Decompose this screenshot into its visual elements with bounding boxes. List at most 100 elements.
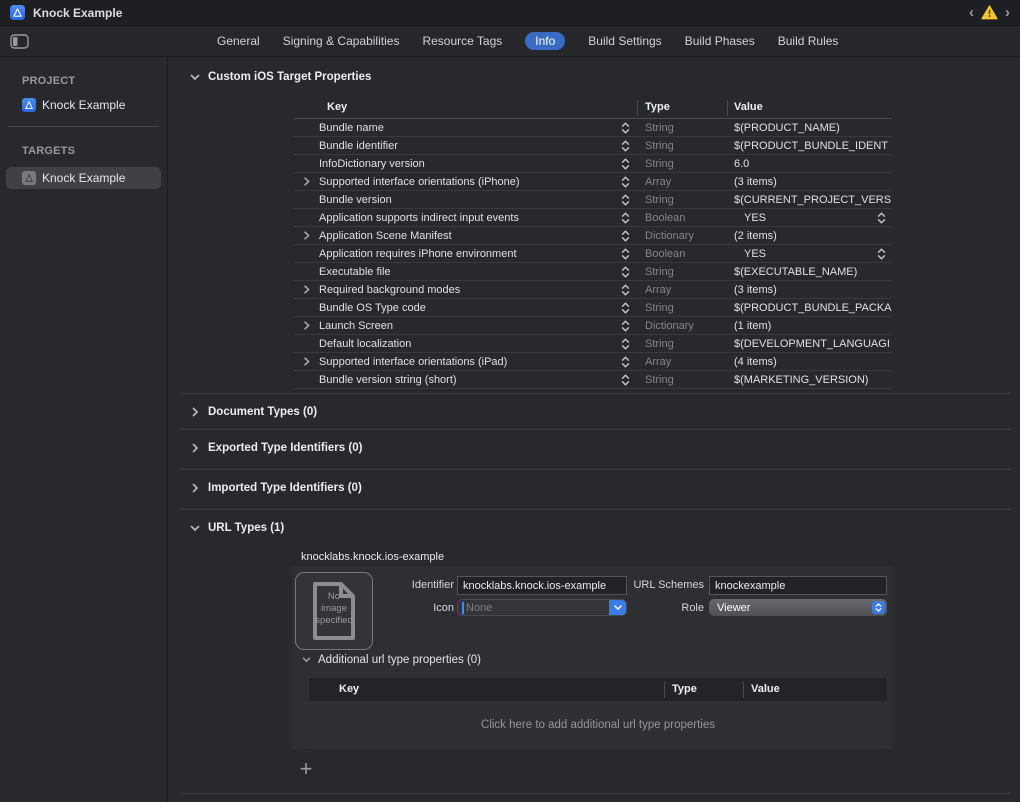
disclosure-chevron-icon[interactable] — [294, 231, 319, 240]
value-text: $(PRODUCT_BUNDLE_PACKA — [734, 302, 892, 314]
property-value[interactable]: $(MARKETING_VERSION) — [727, 374, 892, 386]
url-schemes-label: URL Schemes — [632, 579, 704, 591]
property-value[interactable]: $(PRODUCT_BUNDLE_IDENT — [727, 140, 892, 152]
disclosure-chevron-icon[interactable] — [294, 321, 319, 330]
section-imported-type-identifiers[interactable]: Imported Type Identifiers (0) — [190, 478, 1020, 498]
key-stepper-icon[interactable] — [613, 140, 637, 152]
tab-info[interactable]: Info — [525, 32, 565, 50]
property-type: Array — [637, 356, 727, 368]
tab-build-settings[interactable]: Build Settings — [588, 32, 661, 50]
chevron-down-icon — [301, 657, 311, 663]
tab-general[interactable]: General — [217, 32, 260, 50]
property-key: Default localization — [319, 338, 613, 350]
disclosure-chevron-icon[interactable] — [294, 177, 319, 186]
column-header-type: Type — [645, 101, 670, 113]
tab-bar: General Signing & Capabilities Resource Ta… — [0, 26, 1020, 57]
disclosure-chevron-icon[interactable] — [294, 285, 319, 294]
property-row[interactable]: Default localizationString$(DEVELOPMENT_… — [294, 335, 892, 353]
key-stepper-icon[interactable] — [613, 266, 637, 278]
key-stepper-icon[interactable] — [613, 212, 637, 224]
property-row[interactable]: InfoDictionary versionString6.0 — [294, 155, 892, 173]
key-stepper-icon[interactable] — [613, 338, 637, 350]
add-additional-props-row[interactable]: Click here to add additional url type pr… — [309, 701, 887, 749]
warning-triangle-icon[interactable] — [981, 5, 998, 20]
tab-build-phases[interactable]: Build Phases — [685, 32, 755, 50]
property-row[interactable]: Bundle nameString$(PRODUCT_NAME) — [294, 119, 892, 137]
property-value[interactable]: $(DEVELOPMENT_LANGUAGI — [727, 338, 892, 350]
section-title: Exported Type Identifiers (0) — [208, 442, 362, 454]
column-divider — [727, 100, 728, 116]
property-row[interactable]: Required background modesArray(3 items) — [294, 281, 892, 299]
property-value[interactable]: (2 items) — [727, 230, 892, 242]
property-value[interactable]: YES — [727, 248, 892, 260]
property-key: Bundle version string (short) — [319, 374, 613, 386]
key-stepper-icon[interactable] — [613, 302, 637, 314]
nav-back-icon[interactable]: ‹ — [969, 5, 974, 20]
disclosure-chevron-icon[interactable] — [294, 357, 319, 366]
icon-combobox[interactable]: None — [457, 599, 627, 616]
property-row[interactable]: Bundle version String$(CURRENT_PROJECT_VE… — [294, 191, 892, 209]
property-row[interactable]: Launch ScreenDictionary(1 item) — [294, 317, 892, 335]
nav-forward-icon[interactable]: › — [1005, 5, 1010, 20]
section-url-types[interactable]: URL Types (1) — [190, 518, 1020, 538]
property-row[interactable]: Bundle identifierString$(PRODUCT_BUNDLE_… — [294, 137, 892, 155]
property-row[interactable]: Executable fileString$(EXECUTABLE_NAME) — [294, 263, 892, 281]
key-stepper-icon[interactable] — [613, 374, 637, 386]
key-stepper-icon[interactable] — [613, 158, 637, 170]
key-stepper-icon[interactable] — [613, 176, 637, 188]
key-stepper-icon[interactable] — [613, 122, 637, 134]
property-value[interactable]: (3 items) — [727, 284, 892, 296]
chevron-right-icon — [190, 483, 200, 493]
tab-signing-capabilities[interactable]: Signing & Capabilities — [283, 32, 400, 50]
value-stepper-icon[interactable] — [877, 248, 886, 260]
boolean-value: YES — [744, 212, 877, 224]
sidebar-item-project[interactable]: Knock Example — [22, 98, 167, 112]
property-value[interactable]: 6.0 — [727, 158, 892, 170]
property-value[interactable]: (3 items) — [727, 176, 892, 188]
section-exported-type-identifiers[interactable]: Exported Type Identifiers (0) — [190, 438, 1020, 458]
url-schemes-field[interactable]: knockexample — [709, 576, 887, 595]
section-divider — [180, 793, 1011, 794]
property-row[interactable]: Bundle version string (short)String$(MAR… — [294, 371, 892, 389]
identifier-field[interactable]: knocklabs.knock.ios-example — [457, 576, 627, 595]
key-stepper-icon[interactable] — [613, 248, 637, 260]
property-value[interactable]: $(EXECUTABLE_NAME) — [727, 266, 892, 278]
property-value[interactable]: (1 item) — [727, 320, 892, 332]
window-title: Knock Example — [33, 6, 122, 20]
sidebar-item-target[interactable]: Knock Example — [6, 167, 161, 189]
value-stepper-icon[interactable] — [877, 212, 886, 224]
property-value[interactable]: $(PRODUCT_NAME) — [727, 122, 892, 134]
property-row[interactable]: Bundle OS Type codeString$(PRODUCT_BUNDL… — [294, 299, 892, 317]
property-value[interactable]: YES — [727, 212, 892, 224]
column-divider — [664, 681, 665, 698]
section-divider — [180, 509, 1011, 510]
property-row[interactable]: Application requires iPhone environmentB… — [294, 245, 892, 263]
property-row[interactable]: Supported interface orientations (iPad)A… — [294, 353, 892, 371]
key-stepper-icon[interactable] — [613, 194, 637, 206]
additional-props-title: Additional url type properties (0) — [318, 654, 481, 666]
add-url-type-button[interactable]: + — [297, 761, 315, 779]
role-popup-button[interactable]: Viewer — [709, 599, 887, 616]
property-value[interactable]: $(PRODUCT_BUNDLE_PACKA — [727, 302, 892, 314]
key-stepper-icon[interactable] — [613, 284, 637, 296]
property-key: Application supports indirect input even… — [319, 212, 613, 224]
tab-build-rules[interactable]: Build Rules — [778, 32, 839, 50]
property-row[interactable]: Supported interface orientations (iPhone… — [294, 173, 892, 191]
property-row[interactable]: Application supports indirect input even… — [294, 209, 892, 227]
property-key: Bundle version — [319, 194, 613, 206]
key-stepper-icon[interactable] — [613, 230, 637, 242]
properties-table: Key Type Value Bundle nameString$(PRODUC… — [294, 98, 892, 389]
sidebar-toggle-icon[interactable] — [10, 34, 29, 49]
additional-url-type-properties-header[interactable]: Additional url type properties (0) — [301, 654, 481, 666]
section-custom-ios-target-properties[interactable]: Custom iOS Target Properties — [190, 67, 1020, 87]
key-stepper-icon[interactable] — [613, 356, 637, 368]
property-value[interactable]: (4 items) — [727, 356, 892, 368]
property-value[interactable]: $(CURRENT_PROJECT_VERS — [727, 194, 892, 206]
combobox-dropdown-button[interactable] — [609, 600, 626, 615]
property-type: String — [637, 194, 727, 206]
property-row[interactable]: Application Scene ManifestDictionary(2 i… — [294, 227, 892, 245]
tab-resource-tags[interactable]: Resource Tags — [422, 32, 502, 50]
value-text: (3 items) — [734, 284, 777, 296]
key-stepper-icon[interactable] — [613, 320, 637, 332]
section-document-types[interactable]: Document Types (0) — [190, 402, 1020, 422]
